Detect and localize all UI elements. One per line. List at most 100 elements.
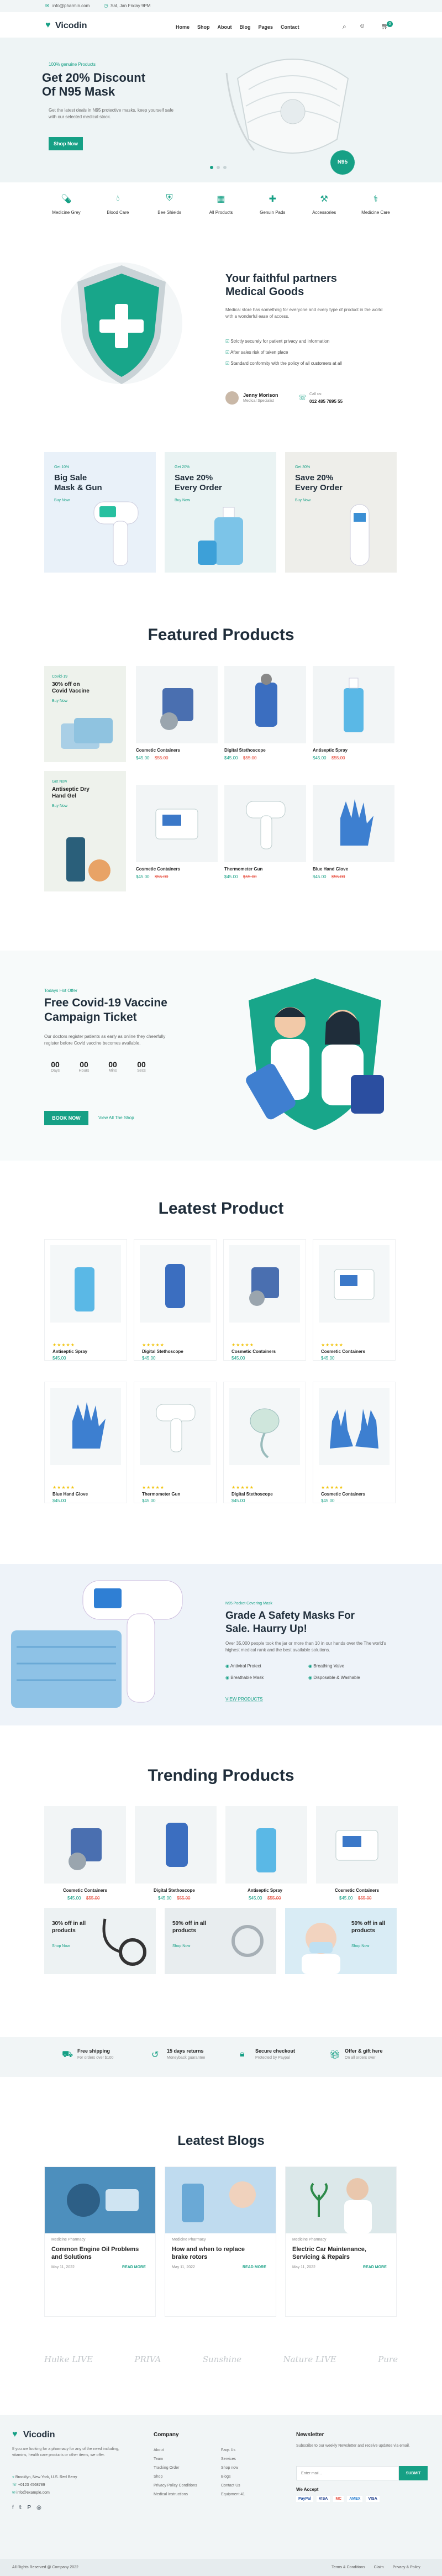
- topbar-email[interactable]: info@pharmin.com: [52, 3, 90, 8]
- category-item[interactable]: ⚒ Accessories: [302, 193, 346, 227]
- category-item[interactable]: ✚ Genuin Pads: [250, 193, 294, 227]
- blog-card[interactable]: Medicine Pharmacy Electric Car Maintenan…: [285, 2166, 397, 2317]
- footer-link[interactable]: Equipment 41: [221, 2490, 245, 2499]
- product-name[interactable]: Cosmetic Containers: [63, 1888, 107, 1893]
- product-card[interactable]: Cosmetic Containers $45.00 $55.00: [136, 666, 218, 771]
- side-link[interactable]: Buy Now: [52, 699, 67, 703]
- footer-link[interactable]: Team: [154, 2455, 197, 2464]
- read-more-link[interactable]: READ MORE: [363, 2265, 387, 2269]
- blog-card[interactable]: Medicine Pharmacy How and when to replac…: [165, 2166, 276, 2317]
- slider-dot[interactable]: [210, 166, 213, 169]
- trending-banner[interactable]: 30% off in all products Shop Now: [44, 1908, 156, 1974]
- view-shop-link[interactable]: View All The Shop: [98, 1115, 134, 1120]
- promo-card[interactable]: Get 30% Save 20% Every Order Buy Now: [285, 452, 397, 573]
- product-card[interactable]: Cosmetic Containers $45.00 $55.00: [44, 1806, 126, 1911]
- footer-link[interactable]: Contact Us: [221, 2481, 245, 2490]
- product-name[interactable]: Antiseptic Spray: [248, 1888, 282, 1893]
- nav-blog[interactable]: Blog: [240, 24, 251, 30]
- nav-about[interactable]: About: [218, 24, 232, 30]
- blog-title[interactable]: Electric Car Maintenance, Servicing & Re…: [292, 2246, 392, 2261]
- newsletter-submit-button[interactable]: SUBMIT: [399, 2466, 428, 2480]
- user-icon[interactable]: ☺: [359, 23, 365, 29]
- product-card[interactable]: ★★★★★ Cosmetic Containers $45.00: [313, 1239, 396, 1361]
- brand-logo[interactable]: Hulke LIVE: [44, 2354, 93, 2364]
- site-logo[interactable]: Vicodin: [55, 21, 87, 31]
- product-name[interactable]: Thermometer Gun: [224, 867, 262, 872]
- product-card[interactable]: Antiseptic Spray $45.00 $55.00: [225, 1806, 307, 1911]
- nav-shop[interactable]: Shop: [197, 24, 210, 30]
- phone-number[interactable]: 012 485 7895 55: [309, 399, 343, 404]
- product-name[interactable]: Cosmetic Containers: [321, 1349, 365, 1354]
- book-now-button[interactable]: BOOK NOW: [44, 1111, 88, 1125]
- featured-side-banner[interactable]: Covid-19 30% off on Covid Vaccine Buy No…: [44, 666, 126, 762]
- promo-card[interactable]: Get 20% Save 20% Every Order Buy Now: [165, 452, 276, 573]
- blog-title[interactable]: Common Engine Oil Problems and Solutions: [51, 2246, 151, 2261]
- product-card[interactable]: Thermometer Gun $45.00 $55.00: [224, 785, 306, 890]
- pinterest-icon[interactable]: P: [27, 2505, 31, 2511]
- product-name[interactable]: Cosmetic Containers: [136, 867, 180, 872]
- product-name[interactable]: Cosmetic Containers: [136, 748, 180, 753]
- footer-link[interactable]: Services: [221, 2455, 245, 2464]
- footer-link[interactable]: Privacy Policy Conditions: [154, 2481, 197, 2490]
- privacy-link[interactable]: Privacy & Policy: [393, 2565, 420, 2569]
- product-card[interactable]: ★★★★★ Thermometer Gun $45.00: [134, 1382, 217, 1503]
- side-link[interactable]: Buy Now: [52, 804, 67, 808]
- product-card[interactable]: ★★★★★ Antiseptic Spray $45.00: [44, 1239, 127, 1361]
- facebook-icon[interactable]: f: [12, 2505, 14, 2511]
- trending-banner[interactable]: 50% off in all products Shop Now: [165, 1908, 276, 1974]
- product-name[interactable]: Antiseptic Spray: [52, 1349, 87, 1354]
- product-card[interactable]: ★★★★★ Digital Stethoscope $45.00: [134, 1239, 217, 1361]
- slider-dot[interactable]: [217, 166, 220, 169]
- product-card[interactable]: Digital Stethoscope $45.00 $55.00: [224, 666, 306, 771]
- product-name[interactable]: Antiseptic Spray: [313, 748, 348, 753]
- product-name[interactable]: Cosmetic Containers: [231, 1349, 276, 1354]
- product-card[interactable]: Antiseptic Spray $45.00 $55.00: [313, 666, 394, 771]
- banner-link[interactable]: Shop Now: [52, 1944, 70, 1948]
- footer-logo[interactable]: Vicodin: [23, 2430, 55, 2440]
- read-more-link[interactable]: READ MORE: [122, 2265, 146, 2269]
- view-products-link[interactable]: VIEW PRODUCTS: [225, 1697, 263, 1702]
- footer-link[interactable]: Blogs: [221, 2473, 245, 2481]
- brand-logo[interactable]: Pure: [378, 2354, 398, 2364]
- brand-logo[interactable]: Nature LIVE: [283, 2354, 336, 2364]
- footer-link[interactable]: Medical Instructions: [154, 2490, 197, 2499]
- blog-card[interactable]: Medicine Pharmacy Common Engine Oil Prob…: [44, 2166, 156, 2317]
- blog-title[interactable]: How and when to replace brake rotors: [172, 2246, 271, 2261]
- brand-logo[interactable]: Sunshine: [203, 2354, 241, 2364]
- category-item[interactable]: 💧︎ Blood Care: [96, 193, 140, 227]
- nav-home[interactable]: Home: [176, 24, 190, 30]
- product-name[interactable]: Digital Stethoscope: [154, 1888, 195, 1893]
- read-more-link[interactable]: READ MORE: [243, 2265, 266, 2269]
- product-name[interactable]: Cosmetic Containers: [335, 1888, 379, 1893]
- promo-card[interactable]: Get 10% Big Sale Mask & Gun Buy Now: [44, 452, 156, 573]
- terms-link[interactable]: Terms & Conditions: [332, 2565, 365, 2569]
- product-card[interactable]: ★★★★★ Cosmetic Containers $45.00: [313, 1382, 396, 1503]
- product-name[interactable]: Blue Hand Glove: [313, 867, 348, 872]
- featured-side-banner[interactable]: Get Now Antiseptic Dry Hand Gel Buy Now: [44, 771, 126, 891]
- product-name[interactable]: Blue Hand Glove: [52, 1492, 88, 1497]
- product-card[interactable]: Blue Hand Glove $45.00 $55.00: [313, 785, 394, 890]
- hero-shop-button[interactable]: Shop Now: [49, 137, 83, 150]
- banner-link[interactable]: Shop Now: [172, 1944, 190, 1948]
- category-item[interactable]: ⛨ Bee Shields: [148, 193, 192, 227]
- product-name[interactable]: Digital Stethoscope: [231, 1492, 273, 1497]
- category-item[interactable]: ⚕ Medicine Care: [354, 193, 398, 227]
- instagram-icon[interactable]: ◎: [36, 2505, 41, 2511]
- product-name[interactable]: Thermometer Gun: [142, 1492, 180, 1497]
- hero-slider-dots[interactable]: [210, 166, 227, 169]
- category-item[interactable]: 💊︎ Medicine Grey: [44, 193, 88, 227]
- nav-pages[interactable]: Pages: [259, 24, 273, 30]
- footer-link[interactable]: Faqs Us: [221, 2446, 245, 2455]
- search-icon[interactable]: ⌕: [343, 23, 346, 31]
- product-card[interactable]: Digital Stethoscope $45.00 $55.00: [135, 1806, 217, 1911]
- product-card[interactable]: ★★★★★ Cosmetic Containers $45.00: [223, 1239, 306, 1361]
- footer-link[interactable]: Shop now: [221, 2464, 245, 2473]
- product-name[interactable]: Digital Stethoscope: [224, 748, 266, 753]
- product-name[interactable]: Cosmetic Containers: [321, 1492, 365, 1497]
- category-item[interactable]: ▦ All Products: [199, 193, 243, 227]
- footer-link[interactable]: Shop: [154, 2473, 197, 2481]
- newsletter-email-input[interactable]: [296, 2466, 399, 2480]
- brand-logo[interactable]: PRIVA: [134, 2354, 161, 2364]
- product-card[interactable]: ★★★★★ Digital Stethoscope $45.00: [223, 1382, 306, 1503]
- promo-link[interactable]: Buy Now: [295, 499, 311, 502]
